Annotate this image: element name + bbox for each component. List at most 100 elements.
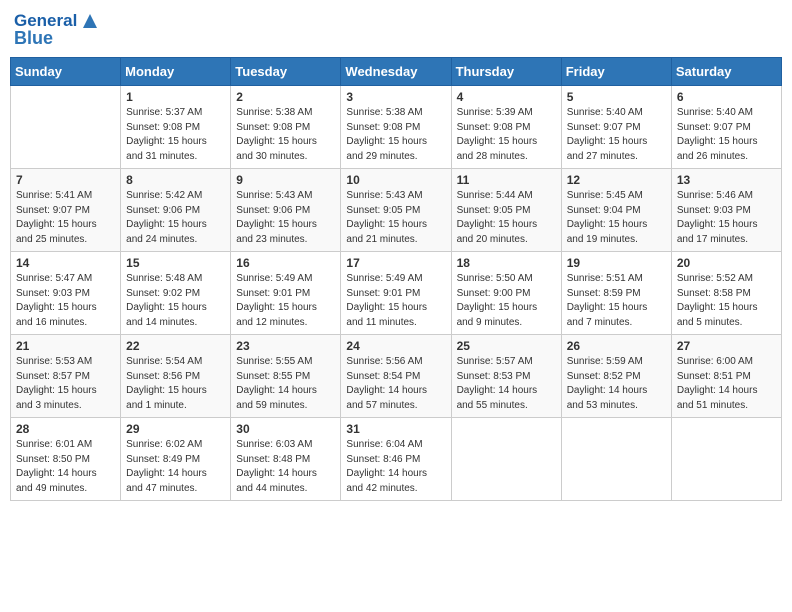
day-info: Sunrise: 5:43 AM Sunset: 9:06 PM Dayligh… [236,189,335,247]
calendar-cell: 27Sunrise: 6:00 AM Sunset: 8:51 PM Dayli… [671,335,781,418]
day-info: Sunrise: 5:48 AM Sunset: 9:02 PM Dayligh… [126,272,225,330]
calendar-cell [671,418,781,501]
day-info: Sunrise: 5:41 AM Sunset: 9:07 PM Dayligh… [16,189,115,247]
day-info: Sunrise: 5:52 AM Sunset: 8:58 PM Dayligh… [677,272,776,330]
day-info: Sunrise: 5:50 AM Sunset: 9:00 PM Dayligh… [457,272,556,330]
day-number: 9 [236,173,335,187]
day-info: Sunrise: 5:39 AM Sunset: 9:08 PM Dayligh… [457,106,556,164]
day-number: 16 [236,256,335,270]
day-number: 4 [457,90,556,104]
calendar-cell: 2 Sunrise: 5:38 AM Sunset: 9:08 PM Daylig… [231,86,341,169]
day-info: Sunrise: 6:04 AM Sunset: 8:46 PM Dayligh… [346,438,445,496]
calendar-cell: 23 Sunrise: 5:55 AM Sunset: 8:55 PM Dayli… [231,335,341,418]
page-header: General Blue [10,10,782,49]
calendar-cell: 3 Sunrise: 5:38 AM Sunset: 9:08 PM Daylig… [341,86,451,169]
calendar-day-header: Friday [561,58,671,86]
calendar-cell: 12 Sunrise: 5:45 AM Sunset: 9:04 PM Dayli… [561,169,671,252]
calendar-cell: 24 Sunrise: 5:56 AM Sunset: 8:54 PM Dayli… [341,335,451,418]
calendar-cell: 14 Sunrise: 5:47 AM Sunset: 9:03 PM Dayli… [11,252,121,335]
day-number: 24 [346,339,445,353]
day-number: 29 [126,422,225,436]
day-info: Sunrise: 5:38 AM Sunset: 9:08 PM Dayligh… [346,106,445,164]
calendar-table: SundayMondayTuesdayWednesdayThursdayFrid… [10,57,782,501]
calendar-cell: 8 Sunrise: 5:42 AM Sunset: 9:06 PM Daylig… [121,169,231,252]
day-info: Sunrise: 5:38 AM Sunset: 9:08 PM Dayligh… [236,106,335,164]
day-info: Sunrise: 5:47 AM Sunset: 9:03 PM Dayligh… [16,272,115,330]
day-number: 20 [677,256,776,270]
calendar-cell: 29Sunrise: 6:02 AM Sunset: 8:49 PM Dayli… [121,418,231,501]
calendar-cell: 1Sunrise: 5:37 AM Sunset: 9:08 PM Daylig… [121,86,231,169]
day-info: Sunrise: 5:49 AM Sunset: 9:01 PM Dayligh… [346,272,445,330]
day-info: Sunrise: 5:44 AM Sunset: 9:05 PM Dayligh… [457,189,556,247]
calendar-day-header: Thursday [451,58,561,86]
calendar-week-row: 14 Sunrise: 5:47 AM Sunset: 9:03 PM Dayli… [11,252,782,335]
day-number: 3 [346,90,445,104]
logo-blue-text: Blue [14,28,101,49]
calendar-cell: 9 Sunrise: 5:43 AM Sunset: 9:06 PM Daylig… [231,169,341,252]
calendar-cell: 7 Sunrise: 5:41 AM Sunset: 9:07 PM Daylig… [11,169,121,252]
day-info: Sunrise: 5:55 AM Sunset: 8:55 PM Dayligh… [236,355,335,413]
day-info: Sunrise: 5:57 AM Sunset: 8:53 PM Dayligh… [457,355,556,413]
calendar-cell: 21Sunrise: 5:53 AM Sunset: 8:57 PM Dayli… [11,335,121,418]
calendar-day-header: Sunday [11,58,121,86]
day-number: 26 [567,339,666,353]
day-info: Sunrise: 5:40 AM Sunset: 9:07 PM Dayligh… [677,106,776,164]
calendar-cell: 4 Sunrise: 5:39 AM Sunset: 9:08 PM Daylig… [451,86,561,169]
day-number: 7 [16,173,115,187]
day-number: 8 [126,173,225,187]
day-info: Sunrise: 5:51 AM Sunset: 8:59 PM Dayligh… [567,272,666,330]
day-number: 17 [346,256,445,270]
calendar-cell: 16 Sunrise: 5:49 AM Sunset: 9:01 PM Dayli… [231,252,341,335]
day-number: 13 [677,173,776,187]
calendar-cell: 28Sunrise: 6:01 AM Sunset: 8:50 PM Dayli… [11,418,121,501]
calendar-cell: 31 Sunrise: 6:04 AM Sunset: 8:46 PM Dayli… [341,418,451,501]
calendar-cell: 10 Sunrise: 5:43 AM Sunset: 9:05 PM Dayli… [341,169,451,252]
day-number: 15 [126,256,225,270]
calendar-week-row: 1Sunrise: 5:37 AM Sunset: 9:08 PM Daylig… [11,86,782,169]
day-info: Sunrise: 5:59 AM Sunset: 8:52 PM Dayligh… [567,355,666,413]
day-number: 5 [567,90,666,104]
day-info: Sunrise: 5:56 AM Sunset: 8:54 PM Dayligh… [346,355,445,413]
calendar-cell: 22 Sunrise: 5:54 AM Sunset: 8:56 PM Dayli… [121,335,231,418]
day-number: 12 [567,173,666,187]
calendar-cell: 11 Sunrise: 5:44 AM Sunset: 9:05 PM Dayli… [451,169,561,252]
day-info: Sunrise: 5:43 AM Sunset: 9:05 PM Dayligh… [346,189,445,247]
calendar-cell [561,418,671,501]
day-number: 25 [457,339,556,353]
day-number: 31 [346,422,445,436]
calendar-cell [11,86,121,169]
day-number: 18 [457,256,556,270]
day-number: 22 [126,339,225,353]
day-number: 6 [677,90,776,104]
day-number: 14 [16,256,115,270]
calendar-header-row: SundayMondayTuesdayWednesdayThursdayFrid… [11,58,782,86]
day-number: 19 [567,256,666,270]
day-info: Sunrise: 5:42 AM Sunset: 9:06 PM Dayligh… [126,189,225,247]
calendar-cell: 17 Sunrise: 5:49 AM Sunset: 9:01 PM Dayli… [341,252,451,335]
calendar-cell: 13 Sunrise: 5:46 AM Sunset: 9:03 PM Dayli… [671,169,781,252]
calendar-cell [451,418,561,501]
day-info: Sunrise: 5:45 AM Sunset: 9:04 PM Dayligh… [567,189,666,247]
calendar-cell: 26 Sunrise: 5:59 AM Sunset: 8:52 PM Dayli… [561,335,671,418]
day-number: 30 [236,422,335,436]
calendar-cell: 6 Sunrise: 5:40 AM Sunset: 9:07 PM Daylig… [671,86,781,169]
calendar-day-header: Wednesday [341,58,451,86]
calendar-day-header: Saturday [671,58,781,86]
day-number: 1 [126,90,225,104]
calendar-cell: 18 Sunrise: 5:50 AM Sunset: 9:00 PM Dayli… [451,252,561,335]
calendar-cell: 25 Sunrise: 5:57 AM Sunset: 8:53 PM Dayli… [451,335,561,418]
day-info: Sunrise: 5:40 AM Sunset: 9:07 PM Dayligh… [567,106,666,164]
day-info: Sunrise: 6:03 AM Sunset: 8:48 PM Dayligh… [236,438,335,496]
day-number: 21 [16,339,115,353]
day-number: 11 [457,173,556,187]
day-number: 2 [236,90,335,104]
calendar-cell: 30 Sunrise: 6:03 AM Sunset: 8:48 PM Dayli… [231,418,341,501]
day-number: 23 [236,339,335,353]
day-info: Sunrise: 5:54 AM Sunset: 8:56 PM Dayligh… [126,355,225,413]
day-number: 27 [677,339,776,353]
day-number: 10 [346,173,445,187]
day-info: Sunrise: 5:46 AM Sunset: 9:03 PM Dayligh… [677,189,776,247]
calendar-week-row: 7 Sunrise: 5:41 AM Sunset: 9:07 PM Daylig… [11,169,782,252]
day-info: Sunrise: 5:49 AM Sunset: 9:01 PM Dayligh… [236,272,335,330]
calendar-day-header: Monday [121,58,231,86]
